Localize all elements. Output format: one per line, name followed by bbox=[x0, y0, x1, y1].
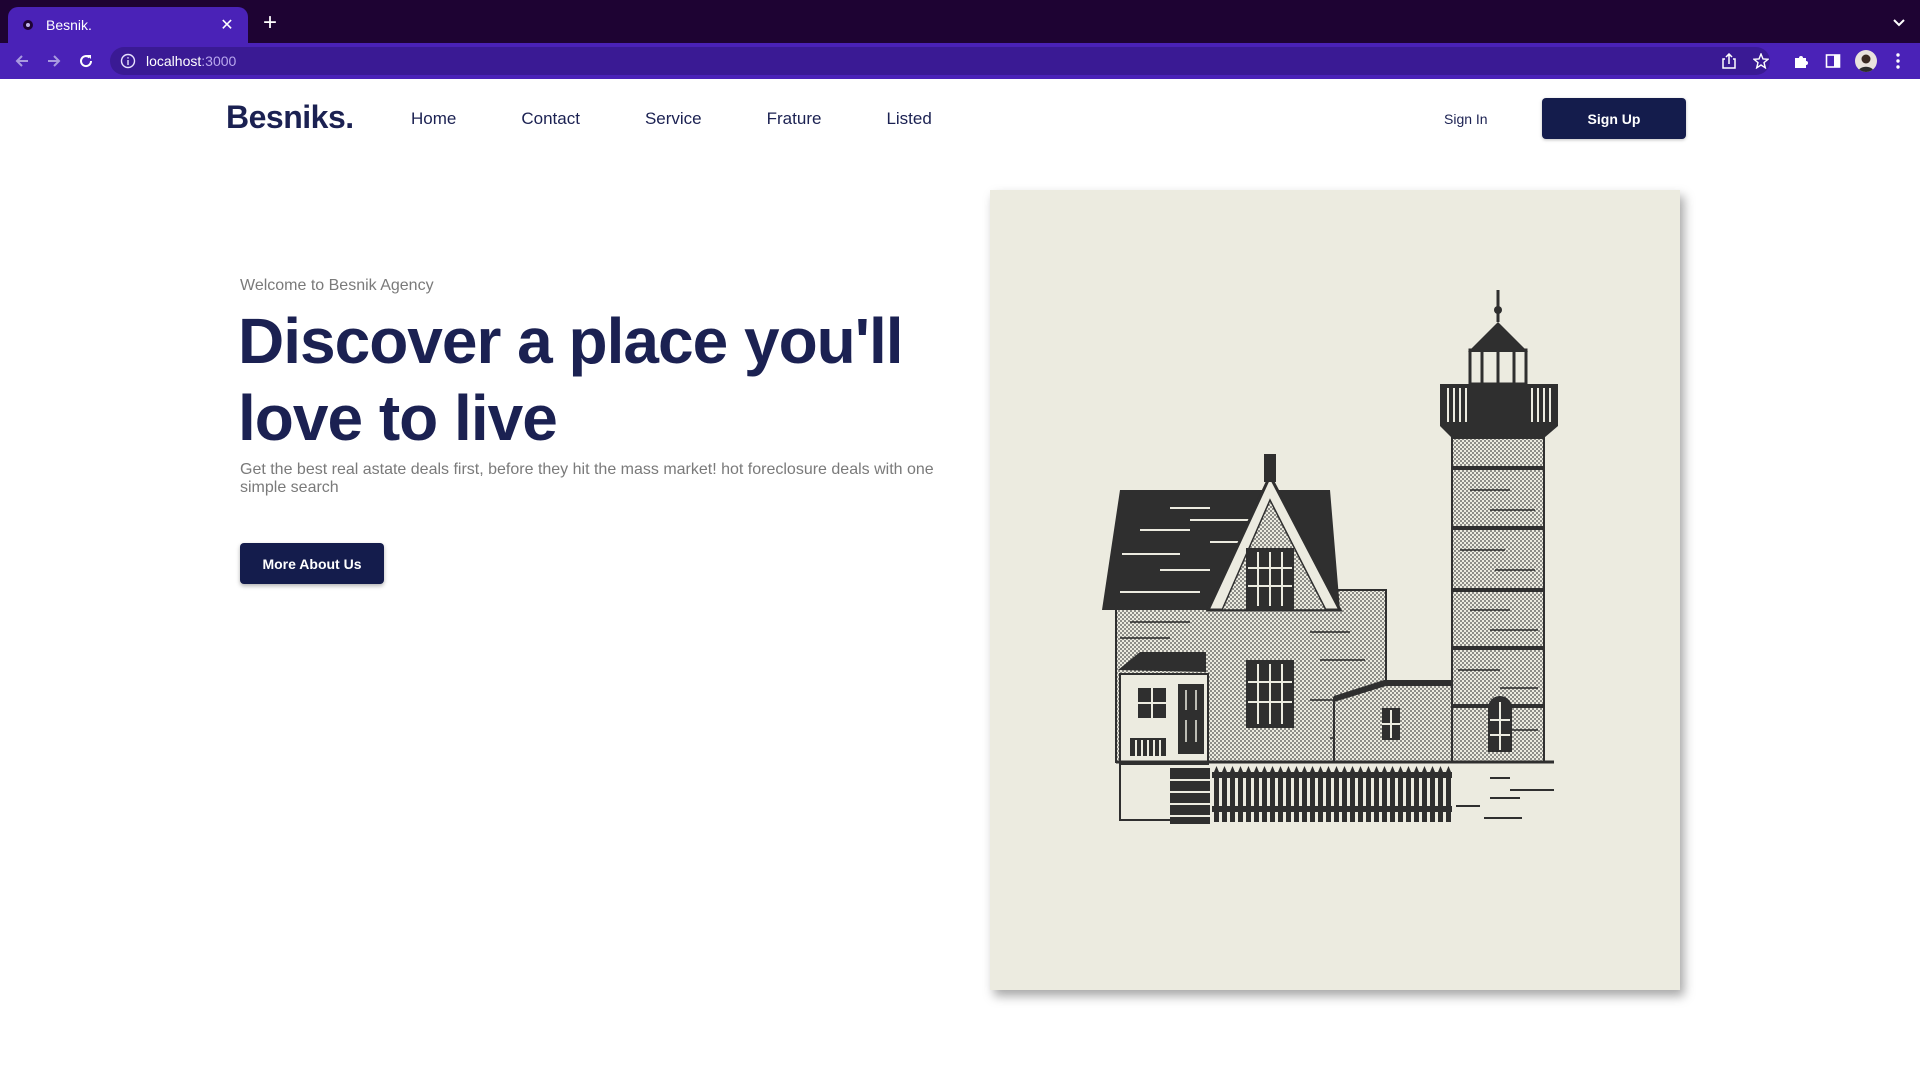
hero-lede: Get the best real astate deals first, be… bbox=[240, 461, 934, 496]
sign-in-link[interactable]: Sign In bbox=[1444, 111, 1488, 127]
sign-up-button[interactable]: Sign Up bbox=[1542, 98, 1686, 139]
fence-picket bbox=[1262, 766, 1267, 822]
tab-title: Besnik. bbox=[46, 17, 92, 33]
fence-picket bbox=[1390, 766, 1395, 822]
fence-picket bbox=[1446, 766, 1451, 822]
fence-picket bbox=[1358, 766, 1363, 822]
lighthouse-house-illustration bbox=[1102, 290, 1558, 824]
more-about-us-button[interactable]: More About Us bbox=[240, 543, 384, 584]
site-logo[interactable]: Besniks. bbox=[226, 99, 354, 136]
fence-picket bbox=[1374, 766, 1379, 822]
extensions-puzzle-icon[interactable] bbox=[1792, 52, 1810, 70]
browser-toolbar: localhost:3000 bbox=[0, 43, 1920, 79]
fence-picket bbox=[1334, 766, 1339, 822]
fence-picket bbox=[1342, 766, 1347, 822]
profile-avatar[interactable] bbox=[1855, 50, 1877, 72]
nav-link-listed[interactable]: Listed bbox=[886, 109, 931, 129]
share-icon[interactable] bbox=[1720, 52, 1738, 70]
back-arrow-icon[interactable] bbox=[10, 49, 34, 73]
reload-icon[interactable] bbox=[74, 49, 98, 73]
fence-picket bbox=[1422, 766, 1427, 822]
close-tab-icon[interactable]: ✕ bbox=[218, 16, 236, 34]
fence-picket bbox=[1270, 766, 1275, 822]
fence-picket bbox=[1278, 766, 1283, 822]
nav-link-home[interactable]: Home bbox=[411, 109, 456, 129]
address-bar[interactable]: localhost:3000 bbox=[110, 47, 1770, 75]
fence-picket bbox=[1230, 766, 1235, 822]
hero-headline: Discover a place you'll love to live bbox=[238, 305, 904, 454]
hero-illustration bbox=[990, 190, 1680, 990]
fence-picket bbox=[1238, 766, 1243, 822]
fence-picket bbox=[1430, 766, 1435, 822]
fence-picket bbox=[1222, 766, 1227, 822]
fence-picket bbox=[1246, 766, 1251, 822]
fence-picket bbox=[1302, 766, 1307, 822]
forward-arrow-icon[interactable] bbox=[42, 49, 66, 73]
fence-picket bbox=[1414, 766, 1419, 822]
nav-link-service[interactable]: Service bbox=[645, 109, 702, 129]
page: Besniks. Home Contact Service Frature Li… bbox=[0, 79, 1920, 1080]
fence-picket bbox=[1406, 766, 1411, 822]
new-tab-icon[interactable]: + bbox=[260, 11, 280, 36]
side-panel-icon[interactable] bbox=[1824, 52, 1842, 70]
fence-picket bbox=[1438, 766, 1443, 822]
nav-link-contact[interactable]: Contact bbox=[521, 109, 580, 129]
fence-picket bbox=[1286, 766, 1291, 822]
browser-tab-strip: Besnik. ✕ + bbox=[0, 0, 1920, 43]
fence-picket bbox=[1366, 766, 1371, 822]
fence-picket bbox=[1318, 766, 1323, 822]
fence-picket bbox=[1382, 766, 1387, 822]
browser-tab[interactable]: Besnik. ✕ bbox=[8, 7, 248, 43]
fence-picket bbox=[1254, 766, 1259, 822]
fence-picket bbox=[1294, 766, 1299, 822]
url-port: :3000 bbox=[201, 53, 237, 69]
site-info-icon[interactable] bbox=[120, 53, 136, 69]
hero-kicker: Welcome to Besnik Agency bbox=[240, 277, 434, 294]
fence-picket bbox=[1398, 766, 1403, 822]
url-host: localhost bbox=[146, 53, 202, 69]
favicon-icon bbox=[20, 17, 36, 33]
fence-picket bbox=[1310, 766, 1315, 822]
fence-picket bbox=[1326, 766, 1331, 822]
fence-picket bbox=[1214, 766, 1219, 822]
nav-link-frature[interactable]: Frature bbox=[767, 109, 822, 129]
tab-search-chevron-icon[interactable] bbox=[1890, 14, 1908, 32]
bookmark-star-icon[interactable] bbox=[1752, 52, 1770, 70]
fence-picket bbox=[1350, 766, 1355, 822]
browser-menu-icon[interactable] bbox=[1889, 52, 1907, 70]
main-nav: Home Contact Service Frature Listed bbox=[411, 109, 997, 129]
